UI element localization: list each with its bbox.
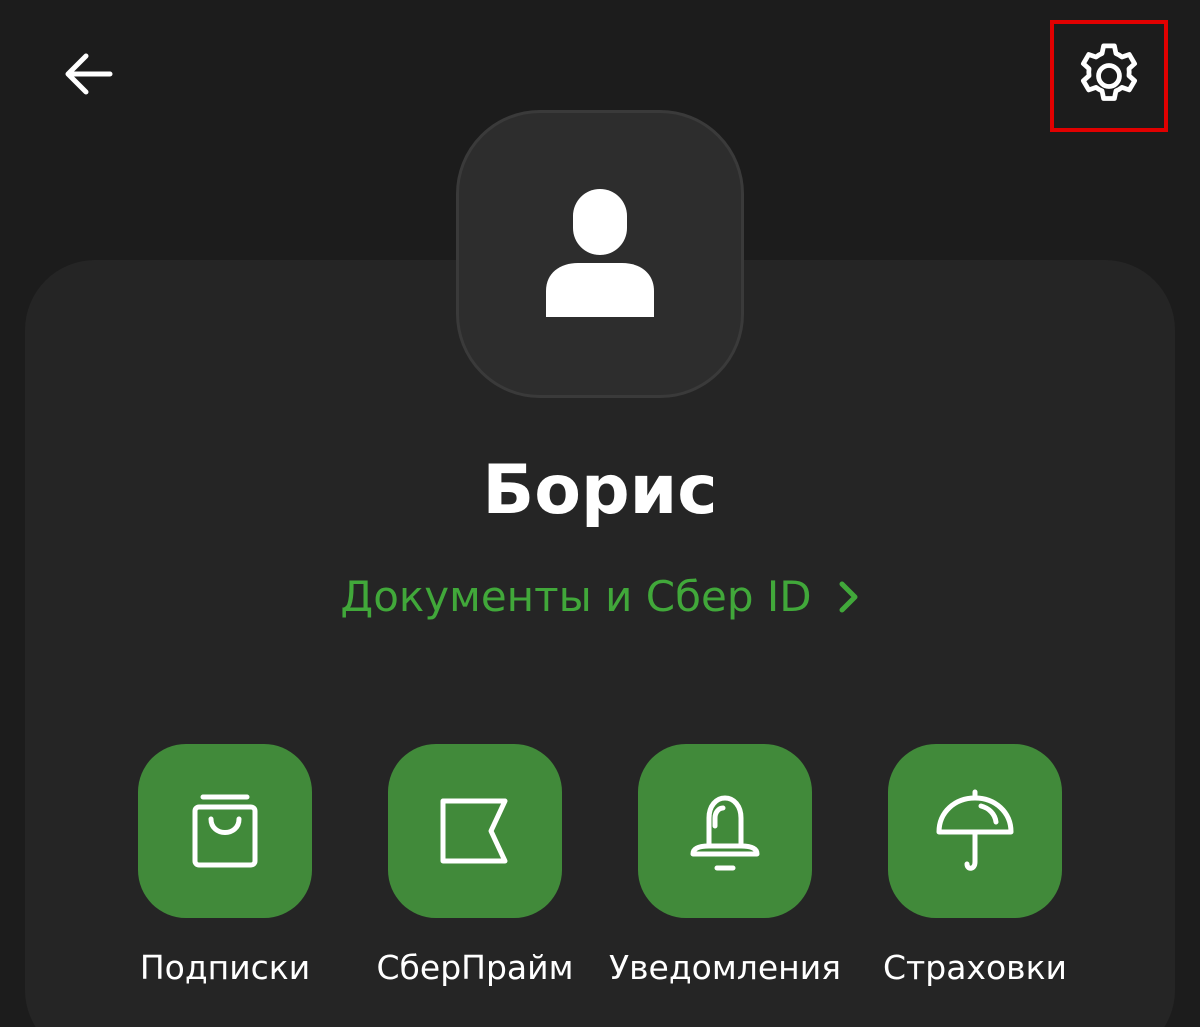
user-name: Борис: [482, 451, 718, 530]
profile-screen: Борис Документы и Сбер ID Подписки СберП…: [0, 0, 1200, 1027]
settings-button[interactable]: [1050, 20, 1168, 132]
flag-icon: [440, 798, 508, 864]
notifications-tile: [638, 744, 812, 918]
subscriptions-tile: [138, 744, 312, 918]
insurance-tile: [888, 744, 1062, 918]
notifications-button[interactable]: Уведомления: [605, 744, 845, 990]
subscriptions-button[interactable]: Подписки: [105, 744, 345, 990]
notifications-label: Уведомления: [608, 948, 842, 987]
umbrella-icon: [936, 789, 1014, 871]
bell-icon: [690, 795, 760, 871]
insurance-button[interactable]: Страховки: [855, 744, 1095, 990]
chevron-right-icon: [839, 581, 858, 613]
subscriptions-label: Подписки: [139, 948, 311, 987]
insurance-label: Страховки: [883, 948, 1067, 987]
shopping-bag-icon: [192, 794, 258, 868]
user-silhouette-icon: [546, 189, 654, 317]
arrow-left-icon: [65, 53, 113, 95]
sberprime-label: СберПрайм: [376, 948, 574, 987]
sberprime-tile: [388, 744, 562, 918]
documents-sber-id-link[interactable]: Документы и Сбер ID: [0, 570, 1200, 624]
avatar[interactable]: [456, 110, 744, 398]
back-button[interactable]: [50, 40, 126, 108]
gear-icon: [1080, 43, 1138, 101]
documents-link-label: Документы и Сбер ID: [340, 572, 812, 621]
sberprime-button[interactable]: СберПрайм: [355, 744, 595, 990]
